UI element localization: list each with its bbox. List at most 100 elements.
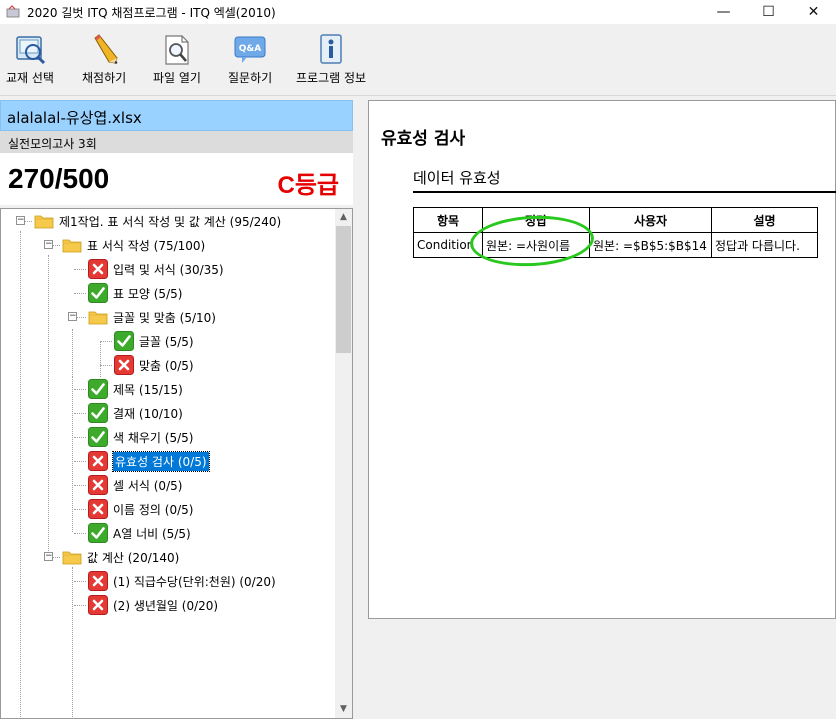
collapse-toggle-icon[interactable]: − xyxy=(44,240,53,249)
tree-item[interactable]: (2) 생년월일 (0/20) xyxy=(88,594,218,616)
maximize-icon: ☐ xyxy=(762,4,775,20)
tree-item[interactable]: (1) 직급수당(단위:천원) (0/20) xyxy=(88,570,276,592)
textbook-select-button[interactable]: 교재 선택 xyxy=(6,34,54,86)
fail-x-icon xyxy=(114,355,134,375)
exam-name-bar: 실전모의고사 3회 xyxy=(0,131,353,153)
tree-item-label: 글꼴 및 맞춤 (5/10) xyxy=(113,310,216,325)
file-open-label: 파일 열기 xyxy=(153,71,201,85)
tree-item[interactable]: A열 너비 (5/5) xyxy=(88,522,191,544)
tree-item-label: (1) 직급수당(단위:천원) (0/20) xyxy=(113,574,276,589)
tree-item-label: 이름 정의 (0/5) xyxy=(113,502,194,517)
scroll-up-icon[interactable]: ▲ xyxy=(335,209,352,226)
fail-x-icon xyxy=(88,499,108,519)
tree-item-label: 값 계산 (20/140) xyxy=(87,550,180,565)
tree-item[interactable]: 셀 서식 (0/5) xyxy=(88,474,182,496)
grade-button[interactable]: 채점하기 xyxy=(82,34,126,86)
title-bar: 2020 길벗 ITQ 채점프로그램 - ITQ 엑셀(2010) — ☐ ✕ xyxy=(0,0,836,24)
section-title: 유효성 검사 xyxy=(381,129,466,149)
tree-item-label: 색 채우기 (5/5) xyxy=(113,430,194,445)
fail-x-icon xyxy=(88,571,108,591)
check-icon xyxy=(88,283,108,303)
header-item: 항목 xyxy=(413,207,483,233)
check-icon xyxy=(88,379,108,399)
tree-item[interactable]: 이름 정의 (0/5) xyxy=(88,498,193,520)
tree-item[interactable]: 색 채우기 (5/5) xyxy=(88,426,193,448)
collapse-toggle-icon[interactable]: − xyxy=(44,552,53,561)
fail-x-icon xyxy=(88,595,108,615)
check-icon xyxy=(114,331,134,351)
tree-item[interactable]: 값 계산 (20/140) xyxy=(62,546,179,568)
detail-panel: 유효성 검사 데이터 유효성 항목 정답 사용자 설명 Condition 원본… xyxy=(368,100,836,619)
left-panel: alalalal-유상엽.xlsx 실전모의고사 3회 270/500 C등급 … xyxy=(0,100,353,719)
table-row: Condition 원본: =사원이름 원본: =$B$5:$B$14 정답과 … xyxy=(413,232,818,258)
info-icon xyxy=(320,34,342,64)
check-icon xyxy=(88,427,108,447)
program-info-button[interactable]: 프로그램 정보 xyxy=(296,34,366,86)
tree-item-label: 입력 및 서식 (30/35) xyxy=(113,262,224,277)
tree-item[interactable]: 글꼴 (5/5) xyxy=(114,330,194,352)
tree-item-label: 유효성 검사 (0/5) xyxy=(112,450,210,472)
tree-item-label: 표 모양 (5/5) xyxy=(113,286,183,301)
toolbar: 교재 선택 채점하기 파일 열기 Q&A 질문하기 프로그램 정보 xyxy=(0,24,836,96)
tree-item[interactable]: 표 서식 작성 (75/100) xyxy=(62,234,205,256)
scroll-thumb[interactable] xyxy=(336,226,351,353)
check-icon xyxy=(88,403,108,423)
tree-item-label: 맞춤 (0/5) xyxy=(139,358,194,373)
file-open-button[interactable]: 파일 열기 xyxy=(153,34,201,86)
maximize-button[interactable]: ☐ xyxy=(746,0,791,24)
check-icon xyxy=(88,523,108,543)
ask-question-button[interactable]: Q&A 질문하기 xyxy=(228,34,272,86)
scroll-down-icon[interactable]: ▼ xyxy=(335,701,352,718)
table-header-row: 항목 정답 사용자 설명 xyxy=(413,207,818,233)
header-description: 설명 xyxy=(711,207,818,233)
tree-item-label: A열 너비 (5/5) xyxy=(113,526,191,541)
tree-item[interactable]: 유효성 검사 (0/5) xyxy=(88,450,210,472)
header-answer: 정답 xyxy=(482,207,590,233)
fail-x-icon xyxy=(88,475,108,495)
tree-item[interactable]: 맞춤 (0/5) xyxy=(114,354,194,376)
tree-item-label: (2) 생년월일 (0/20) xyxy=(113,598,219,613)
cell-user: 원본: =$B$5:$B$14 xyxy=(589,232,712,258)
score-box: 270/500 C등급 xyxy=(0,153,353,205)
app-icon xyxy=(6,5,20,18)
exam-name: 실전모의고사 3회 xyxy=(8,137,97,151)
collapse-toggle-icon[interactable]: − xyxy=(68,312,77,321)
fail-x-icon xyxy=(88,451,108,471)
cell-description: 정답과 다릅니다. xyxy=(711,232,818,258)
cell-item: Condition xyxy=(413,232,483,258)
sub-title: 데이터 유효성 xyxy=(413,167,836,193)
tree-item-label: 제1작업. 표 서식 작성 및 값 계산 (95/240) xyxy=(59,214,282,229)
collapse-toggle-icon[interactable]: − xyxy=(16,216,25,225)
folder-icon xyxy=(62,239,82,253)
tree-item-label: 셀 서식 (0/5) xyxy=(113,478,183,493)
minimize-button[interactable]: — xyxy=(701,0,746,24)
header-user: 사용자 xyxy=(589,207,712,233)
ask-question-label: 질문하기 xyxy=(228,71,273,85)
tree-item[interactable]: 입력 및 서식 (30/35) xyxy=(88,258,224,280)
grading-tree[interactable]: 제1작업. 표 서식 작성 및 값 계산 (95/240) − 표 서식 작성 (7… xyxy=(0,208,353,719)
tree-item-label: 결재 (10/10) xyxy=(113,406,183,421)
folder-icon xyxy=(34,215,54,229)
tree-item-label: 글꼴 (5/5) xyxy=(139,334,194,349)
grade-badge: C등급 xyxy=(277,172,340,199)
file-name-bar: alalalal-유상엽.xlsx xyxy=(0,100,353,131)
tree-item[interactable]: 제목 (15/15) xyxy=(88,378,183,400)
validation-result-table: 항목 정답 사용자 설명 Condition 원본: =사원이름 원본: =$B… xyxy=(413,207,818,258)
close-button[interactable]: ✕ xyxy=(791,0,836,24)
textbook-select-icon xyxy=(16,36,46,65)
minimize-icon: — xyxy=(716,4,731,20)
close-icon: ✕ xyxy=(807,4,820,20)
textbook-select-label: 교재 선택 xyxy=(6,71,54,85)
svg-text:Q&A: Q&A xyxy=(239,44,261,54)
tree-item[interactable]: 표 모양 (5/5) xyxy=(88,282,182,304)
window-title: 2020 길벗 ITQ 채점프로그램 - ITQ 엑셀(2010) xyxy=(27,6,276,20)
tree-item[interactable]: 제1작업. 표 서식 작성 및 값 계산 (95/240) xyxy=(34,210,281,232)
cell-answer: 원본: =사원이름 xyxy=(482,232,590,258)
tree-item[interactable]: 결재 (10/10) xyxy=(88,402,183,424)
grade-label: 채점하기 xyxy=(82,71,127,85)
folder-icon xyxy=(62,551,82,565)
file-open-icon xyxy=(165,35,189,65)
tree-item-label: 표 서식 작성 (75/100) xyxy=(87,238,206,253)
tree-vertical-scrollbar[interactable]: ▲ ▼ xyxy=(335,209,352,718)
tree-item[interactable]: 글꼴 및 맞춤 (5/10) xyxy=(88,306,216,328)
